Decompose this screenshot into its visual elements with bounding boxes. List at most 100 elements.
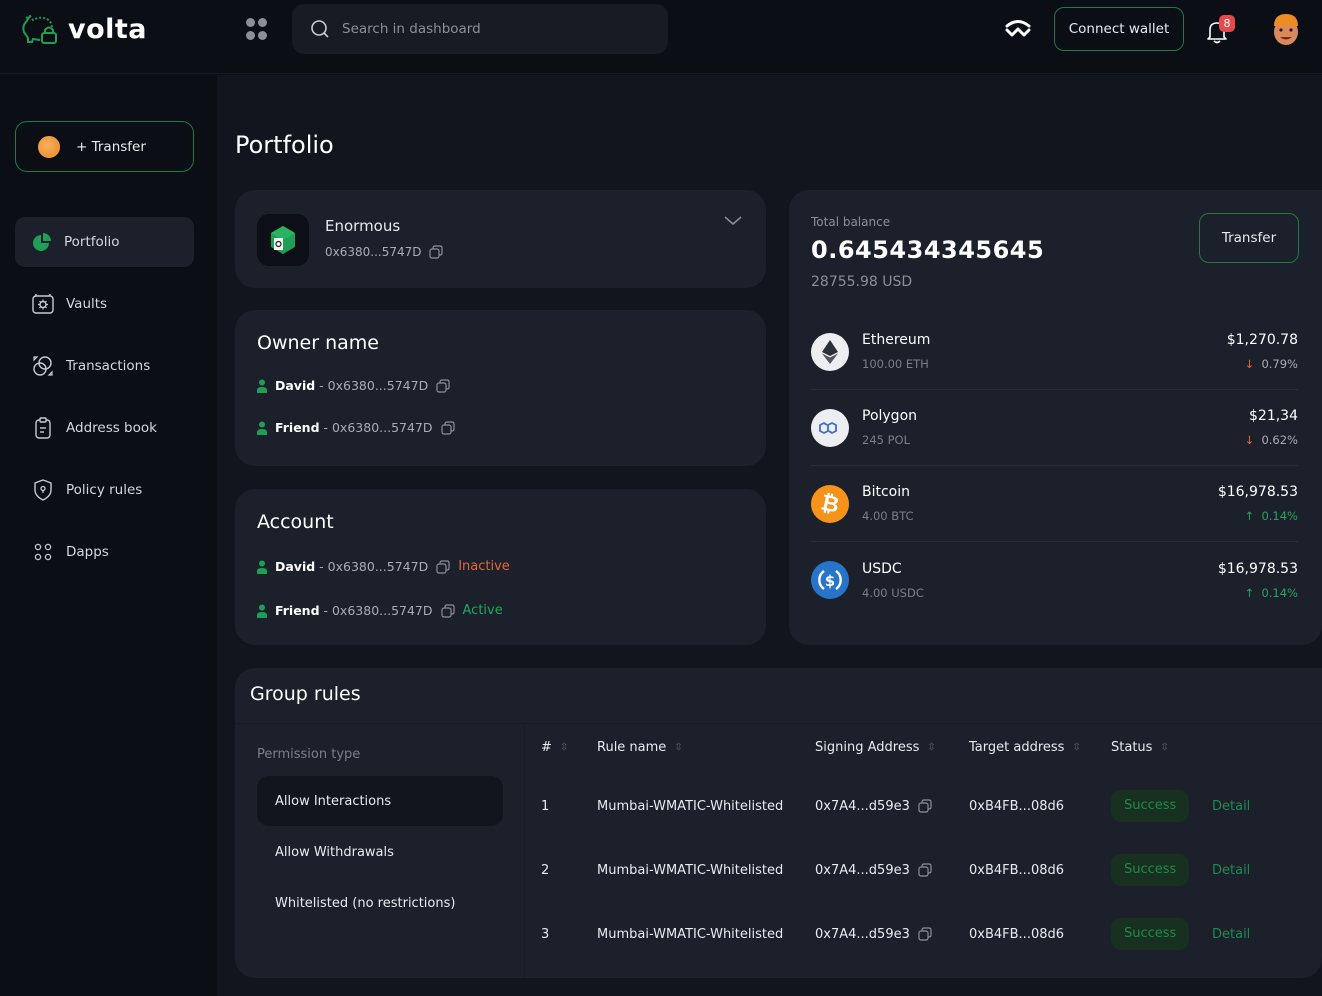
- asset-change: ↑ 0.14%: [1218, 509, 1299, 523]
- sidebar-item-vaults[interactable]: Vaults: [15, 279, 194, 329]
- permission-type-label: Permission type: [257, 747, 361, 762]
- sidebar-item-address-book[interactable]: Address book: [15, 403, 194, 453]
- chevron-down-icon[interactable]: [724, 216, 742, 226]
- cell-status: Success: [1111, 790, 1190, 822]
- copy-icon[interactable]: [440, 603, 455, 618]
- copy-icon[interactable]: [918, 927, 932, 941]
- vault-selector[interactable]: Enormous 0x6380...5747D: [235, 190, 766, 288]
- search-input[interactable]: [342, 21, 642, 37]
- apps-grid-button[interactable]: [246, 18, 268, 40]
- sidebar-item-label: Dapps: [66, 544, 109, 560]
- coin-icon: [38, 135, 60, 158]
- table-header: # ⇳ Rule name ⇳ Signing Address ⇳ Target ad…: [525, 724, 1322, 770]
- sort-icon[interactable]: ⇳: [674, 742, 682, 753]
- copy-icon[interactable]: [428, 245, 443, 259]
- connect-wallet-button[interactable]: Connect wallet: [1054, 7, 1184, 51]
- sidebar-item-label: Policy rules: [66, 482, 143, 498]
- copy-icon[interactable]: [440, 420, 455, 435]
- account-name: Friend: [275, 603, 320, 618]
- asset-change: ↓ 0.79%: [1227, 357, 1299, 371]
- account-address: 0x6380...5747D: [331, 603, 433, 618]
- permission-allow-interactions[interactable]: Allow Interactions: [257, 776, 503, 826]
- cell-number: 1: [541, 798, 550, 814]
- column-header-signing-address[interactable]: Signing Address ⇳: [815, 740, 936, 755]
- cell-rule-name: Mumbai-WMATIC-Whitelisted: [597, 926, 784, 942]
- sidebar-item-portfolio[interactable]: Portfolio: [15, 217, 194, 267]
- cell-number: 2: [541, 862, 550, 878]
- detail-link[interactable]: Detail: [1212, 799, 1250, 814]
- vault-icon: [32, 294, 54, 314]
- account-row: Friend - 0x6380...5747D Active: [257, 603, 503, 618]
- user-icon: [257, 421, 267, 435]
- column-label: Status: [1111, 739, 1153, 755]
- column-header-target-address[interactable]: Target address ⇳: [969, 740, 1081, 755]
- asset-usd-value: $21,34: [1249, 408, 1298, 424]
- walletconnect-icon[interactable]: [1004, 19, 1032, 39]
- permission-whitelisted[interactable]: Whitelisted (no restrictions): [257, 878, 503, 928]
- asset-row[interactable]: ₿ Bitcoin 4.00 BTC $16,978.53 ↑ 0.14%: [811, 466, 1298, 542]
- cell-status: Success: [1111, 918, 1190, 950]
- search-icon: [311, 20, 329, 38]
- clipboard-icon: [35, 417, 51, 439]
- account-status-active: Active: [462, 603, 503, 618]
- owner-label: Friend - 0x6380...5747D: [275, 420, 433, 435]
- column-header-status[interactable]: Status ⇳: [1111, 740, 1169, 755]
- account-name: David: [275, 559, 316, 574]
- signing-address: 0x7A4...d59e3: [815, 798, 910, 814]
- cell-rule-name: Mumbai-WMATIC-Whitelisted: [597, 798, 784, 814]
- notification-badge: 8: [1219, 15, 1235, 32]
- signing-address: 0x7A4...d59e3: [815, 862, 910, 878]
- copy-icon[interactable]: [436, 378, 450, 393]
- sidebar-nav: Portfolio Vaults Transactions Address bo…: [15, 217, 194, 589]
- arrow-up-icon: ↑: [1244, 509, 1255, 523]
- column-header-rule-name[interactable]: Rule name ⇳: [597, 740, 683, 755]
- apps-grid-dot: [258, 30, 267, 40]
- sidebar-item-dapps[interactable]: Dapps: [15, 527, 194, 577]
- sidebar-item-policy-rules[interactable]: Policy rules: [15, 465, 194, 515]
- copy-icon[interactable]: [918, 863, 932, 877]
- page-title: Portfolio: [235, 131, 334, 159]
- arrow-down-icon: ↓: [1244, 357, 1255, 371]
- vault-address-row: 0x6380...5747D: [325, 245, 443, 259]
- user-avatar[interactable]: [1270, 12, 1302, 46]
- pie-chart-icon: [33, 233, 51, 251]
- permission-allow-withdrawals[interactable]: Allow Withdrawals: [257, 827, 503, 877]
- sort-icon[interactable]: ⇳: [560, 742, 568, 753]
- sort-icon[interactable]: ⇳: [1160, 742, 1168, 753]
- shield-icon: [34, 479, 52, 501]
- rules-table: # ⇳ Rule name ⇳ Signing Address ⇳ Target ad…: [525, 724, 1322, 966]
- logo[interactable]: volta: [20, 12, 147, 46]
- asset-usd-value: $16,978.53: [1217, 484, 1298, 500]
- asset-change-value: 0.62%: [1261, 433, 1298, 447]
- column-header-number[interactable]: # ⇳: [541, 740, 568, 755]
- detail-link[interactable]: Detail: [1212, 927, 1250, 942]
- detail-link[interactable]: Detail: [1212, 863, 1250, 878]
- sidebar-transfer-button[interactable]: + Transfer: [15, 121, 194, 172]
- account-label: Friend - 0x6380...5747D: [275, 603, 433, 618]
- column-label: Target address: [969, 739, 1065, 755]
- cell-signing-address: 0x7A4...d59e3: [815, 799, 932, 814]
- user-icon: [257, 379, 267, 393]
- cell-number: 3: [541, 926, 550, 942]
- copy-icon[interactable]: [436, 559, 450, 574]
- transfer-button[interactable]: Transfer: [1199, 213, 1299, 263]
- user-icon: [257, 560, 267, 574]
- balance-card: Total balance 0.645434345645 28755.98 US…: [789, 190, 1322, 645]
- account-status-inactive: Inactive: [458, 559, 510, 574]
- asset-amount: 245 POL: [862, 433, 910, 447]
- cell-target-address: 0xB4FB...08d6: [969, 926, 1065, 942]
- asset-row[interactable]: Polygon 245 POL $21,34 ↓ 0.62%: [811, 390, 1298, 466]
- transfer-label: + Transfer: [76, 138, 146, 155]
- asset-usd-value: $16,978.53: [1217, 560, 1298, 577]
- copy-icon[interactable]: [918, 799, 932, 813]
- owners-title: Owner name: [257, 332, 379, 354]
- account-card: Account David - 0x6380...5747D Inactive …: [235, 489, 766, 645]
- sort-icon[interactable]: ⇳: [1072, 742, 1080, 753]
- asset-row[interactable]: Ethereum 100.00 ETH $1,270.78 ↓ 0.79%: [811, 314, 1298, 390]
- account-row: David - 0x6380...5747D Inactive: [257, 559, 510, 574]
- asset-row[interactable]: $ USDC 4.00 USDC $16,978.53 ↑ 0.14%: [811, 542, 1298, 618]
- status-badge: Success: [1111, 854, 1190, 886]
- bitcoin-icon: ₿: [811, 484, 849, 523]
- sidebar-item-transactions[interactable]: Transactions: [15, 341, 194, 391]
- sort-icon[interactable]: ⇳: [927, 742, 935, 753]
